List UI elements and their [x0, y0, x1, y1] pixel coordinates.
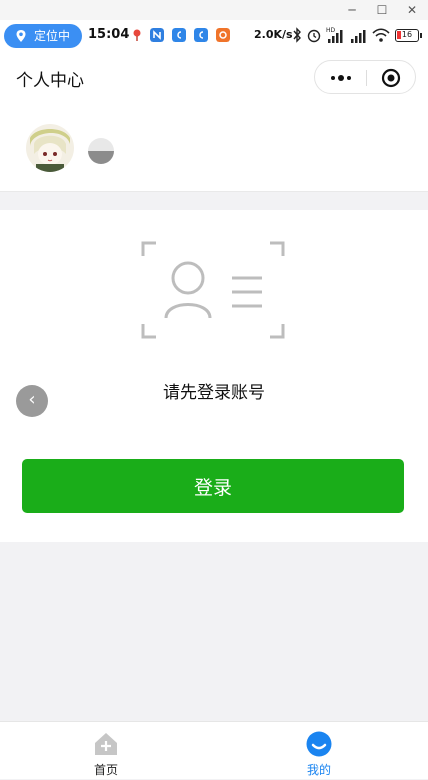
network-speed: 2.0K/s	[254, 28, 293, 41]
location-label: 定位中	[34, 29, 71, 43]
window-maximize-button[interactable]: ☐	[370, 1, 394, 19]
close-miniprogram-icon[interactable]	[381, 68, 401, 88]
edu-app-icon-2	[194, 28, 208, 42]
svg-text:HD: HD	[326, 27, 336, 34]
status-bar: 定位中 15:04 2.0K/s HD 16	[0, 20, 428, 52]
signal-icon	[351, 30, 366, 43]
window-close-button[interactable]: ✕	[400, 1, 424, 19]
location-pin-icon	[16, 30, 26, 42]
bluetooth-icon	[293, 27, 301, 43]
avatar[interactable]	[26, 124, 74, 172]
tab-profile-label: 我的	[306, 763, 331, 777]
profile-section	[0, 102, 428, 192]
window-title-bar: ─ ☐ ✕	[0, 0, 428, 20]
battery-level: 16	[401, 30, 413, 39]
nickname-placeholder	[88, 138, 114, 164]
miniprogram-capsule	[314, 60, 416, 94]
nickname-blur-image	[88, 138, 114, 164]
signal-hd-icon: HD	[326, 27, 343, 43]
back-button[interactable]: ‹	[16, 385, 48, 417]
battery-fill	[397, 31, 401, 39]
profile-smile-icon	[306, 731, 332, 757]
battery-indicator: 16	[395, 29, 422, 42]
capsule-divider	[366, 70, 367, 86]
avatar-image	[26, 124, 74, 172]
alarm-icon	[307, 29, 321, 43]
tab-bar: 首页 我的	[0, 721, 428, 779]
login-button[interactable]: 登录	[22, 459, 404, 513]
login-prompt: 请先登录账号	[163, 383, 265, 403]
wifi-icon	[372, 28, 390, 42]
clock: 15:04	[88, 27, 130, 42]
more-dots-icon[interactable]	[329, 71, 353, 85]
tab-home-label: 首页	[93, 763, 118, 777]
orange-app-icon	[216, 28, 230, 42]
tab-profile[interactable]: 我的	[264, 722, 374, 780]
account-placeholder-icon	[141, 241, 285, 339]
tab-home[interactable]: 首页	[51, 722, 161, 780]
edu-app-icon	[172, 28, 186, 42]
home-icon	[95, 733, 117, 755]
notes-app-icon	[150, 28, 164, 42]
page-title: 个人中心	[16, 71, 84, 91]
map-pin-app-icon	[133, 29, 141, 41]
status-icons: HD 16	[292, 26, 424, 46]
page-header: 个人中心	[0, 52, 428, 102]
window-minimize-button[interactable]: ─	[340, 1, 364, 19]
location-pill[interactable]: 定位中	[4, 24, 82, 48]
